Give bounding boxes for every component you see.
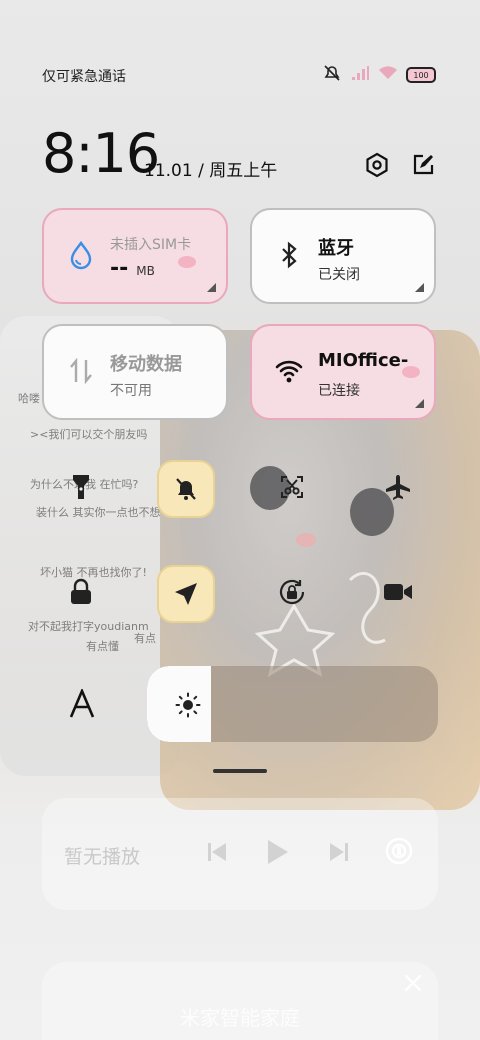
play-icon xyxy=(268,840,288,864)
wifi-status: 已连接 xyxy=(318,383,360,399)
smart-home-title: 米家智能家庭 xyxy=(180,1006,300,1030)
edit-button[interactable] xyxy=(408,150,438,180)
wifi-network-name: MIOffice- xyxy=(318,350,409,371)
location-arrow-icon xyxy=(175,583,197,605)
wifi-tile[interactable]: MIOffice- 已连接 xyxy=(250,324,436,420)
chat-line: 哈喽 xyxy=(18,392,40,405)
bell-off-icon xyxy=(176,478,196,500)
sim-status-label: 未插入SIM卡 xyxy=(110,237,192,253)
screen-record-toggle[interactable] xyxy=(371,565,425,619)
status-icons: 100 xyxy=(322,64,436,86)
data-usage-tile[interactable]: 未插入SIM卡 -- MB xyxy=(42,208,228,304)
expand-corner-icon xyxy=(415,399,424,408)
edit-icon xyxy=(413,154,434,175)
video-camera-icon xyxy=(384,584,412,600)
play-button[interactable] xyxy=(266,838,290,870)
flashlight-toggle[interactable] xyxy=(54,460,108,514)
chat-line: 对不起我打字youdianm xyxy=(28,620,149,633)
silent-toggle[interactable] xyxy=(157,460,215,518)
rotation-lock-toggle[interactable] xyxy=(265,565,319,619)
audio-output-icon xyxy=(385,837,413,865)
data-usage-value: -- xyxy=(110,256,129,281)
sun-icon xyxy=(175,692,201,718)
lock-icon xyxy=(71,578,91,604)
date-text: 11.01 / 周五上午 xyxy=(144,161,278,181)
mobile-data-arrows-icon xyxy=(70,357,92,385)
expand-corner-icon xyxy=(207,283,216,292)
screenshot-toggle[interactable] xyxy=(265,460,319,514)
flashlight-icon xyxy=(73,475,89,499)
bluetooth-status: 已关闭 xyxy=(318,267,360,283)
carrier-status-text: 仅可紧急通话 xyxy=(42,69,126,85)
clock-time: 8:16 xyxy=(42,122,160,185)
bluetooth-icon xyxy=(282,241,297,269)
airplane-icon xyxy=(386,475,410,500)
wifi-status-icon xyxy=(378,65,398,85)
keyboard-hint: 有点 xyxy=(134,632,156,645)
scissors-icon xyxy=(281,476,303,498)
close-icon xyxy=(404,974,422,992)
mobile-data-label: 移动数据 xyxy=(110,354,182,375)
rotation-lock-icon xyxy=(279,579,305,605)
next-button[interactable] xyxy=(328,840,350,868)
brightness-slider[interactable] xyxy=(147,666,438,742)
battery-icon: 100 xyxy=(406,67,436,83)
cast-output-button[interactable] xyxy=(384,836,414,870)
blush-decoration xyxy=(402,366,420,378)
bluetooth-tile[interactable]: 蓝牙 已关闭 xyxy=(250,208,436,304)
skip-next-icon xyxy=(330,843,348,861)
water-drop-icon xyxy=(70,240,92,270)
previous-button[interactable] xyxy=(206,840,228,868)
settings-button[interactable] xyxy=(362,150,392,180)
data-usage-unit: MB xyxy=(136,264,155,278)
lock-screen-toggle[interactable] xyxy=(54,565,108,619)
mobile-data-status: 不可用 xyxy=(110,383,152,399)
font-size-button[interactable] xyxy=(66,686,98,722)
settings-icon xyxy=(366,152,388,178)
blush-decoration xyxy=(178,256,196,268)
media-title: 暂无播放 xyxy=(64,846,141,868)
wifi-icon xyxy=(275,360,303,383)
silent-mode-icon xyxy=(322,64,342,86)
location-toggle[interactable] xyxy=(157,565,215,623)
skip-previous-icon xyxy=(208,843,226,861)
keyboard-hint: 有点懂 xyxy=(86,640,119,653)
font-a-icon xyxy=(69,689,95,718)
chat-line: ><我们可以交个朋友吗 xyxy=(30,428,148,441)
signal-icon xyxy=(350,65,370,85)
mobile-data-tile[interactable]: 移动数据 不可用 xyxy=(42,324,228,420)
bluetooth-label: 蓝牙 xyxy=(318,238,354,259)
airplane-mode-toggle[interactable] xyxy=(371,460,425,514)
close-smart-home-button[interactable] xyxy=(404,974,422,996)
panel-drag-handle[interactable] xyxy=(213,769,267,773)
expand-corner-icon xyxy=(415,283,424,292)
